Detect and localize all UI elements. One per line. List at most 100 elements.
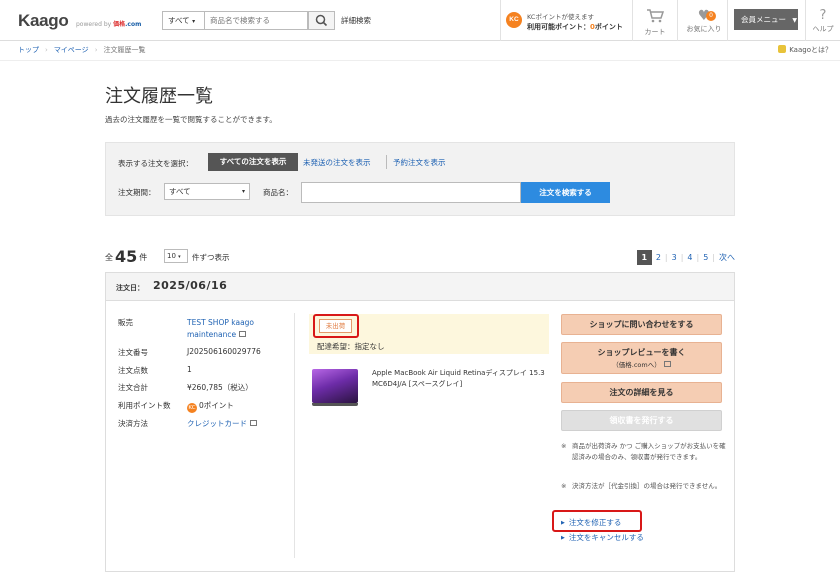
tab-divider: [386, 155, 387, 169]
period-select[interactable]: すべて ▾: [164, 183, 250, 200]
order-details-button[interactable]: 注文の詳細を見る: [561, 382, 722, 403]
external-link-icon: [663, 361, 671, 367]
external-link-icon: [250, 420, 257, 426]
header-divider: [632, 0, 633, 41]
kc-points-label: 利用可能ポイント：: [527, 23, 590, 31]
product-thumbnail[interactable]: [312, 369, 358, 406]
page-4[interactable]: 4: [687, 253, 692, 262]
per-page-value: 10: [167, 252, 176, 260]
chevron-down-icon: ▾: [192, 18, 196, 25]
about-kaago-link[interactable]: Kaagoとは？: [778, 45, 832, 55]
breadcrumb-chevron-icon: ›: [45, 46, 48, 54]
tab-unshipped-orders[interactable]: 未発送の注文を表示: [303, 157, 371, 168]
advanced-search-link[interactable]: 詳細検索: [341, 15, 371, 26]
page-5[interactable]: 5: [703, 253, 708, 262]
heart-icon: ♥: [697, 8, 711, 24]
points-used-text: 0ポイント: [199, 401, 234, 410]
order-date-label: 注文日：: [116, 284, 144, 292]
divider: [0, 60, 840, 61]
category-select-value: すべて: [168, 16, 190, 25]
product-name: Apple MacBook Air Liquid Retinaディスプレイ 15…: [372, 369, 545, 388]
count-prefix: 全: [105, 253, 113, 262]
receipt-note-2: ※ 決済方法が［代金引換］の場合は発行できません。: [561, 481, 726, 492]
product-name-input[interactable]: [301, 182, 521, 203]
payment-method-label: 決済方法: [118, 419, 148, 428]
help-button[interactable]: ? ヘルプ: [810, 8, 836, 34]
next-page-link[interactable]: 次へ: [719, 252, 735, 263]
header-divider: [727, 0, 728, 41]
search-button[interactable]: [308, 11, 335, 30]
tab-reserved-orders[interactable]: 予約注文を表示: [393, 157, 446, 168]
period-label: 注文期間：: [118, 188, 156, 197]
order-number-value: J202506160029776: [187, 347, 261, 356]
chevron-down-icon: ▾: [178, 254, 181, 260]
search-orders-button[interactable]: 注文を検索する: [521, 182, 610, 203]
logo-sub-brand: 価格: [113, 21, 126, 28]
receipt-note-2-text: 決済方法が［代金引換］の場合は発行できません。: [572, 482, 722, 490]
contact-shop-button[interactable]: ショップに問い合わせをする: [561, 314, 722, 335]
points-used-label: 利用ポイント数: [118, 401, 171, 410]
write-review-sub-label: （価格.comへ）: [612, 361, 661, 369]
note-mark: ※: [561, 442, 567, 450]
column-divider: [294, 313, 295, 558]
count-value: 45: [115, 247, 138, 266]
cancel-order-link[interactable]: ▶ 注文をキャンセルする: [561, 532, 644, 543]
page-2[interactable]: 2: [656, 253, 661, 262]
page-1[interactable]: 1: [636, 250, 652, 265]
per-page-label: 件ずつ表示: [192, 253, 230, 262]
pager-divider: |: [712, 253, 715, 262]
breadcrumb: トップ › マイページ › 注文履歴一覧: [18, 45, 146, 55]
order-filter-panel: 表示する注文を選択： すべての注文を表示 未発送の注文を表示 予約注文を表示 注…: [105, 142, 735, 216]
caret-down-icon: ▼: [792, 17, 798, 24]
breadcrumb-mypage[interactable]: マイページ: [54, 46, 89, 54]
write-review-button[interactable]: ショップレビューを書く （価格.comへ）: [561, 342, 722, 374]
favorites-button[interactable]: ♥ お気に入り: [683, 8, 725, 34]
cart-button[interactable]: カート: [635, 8, 675, 37]
favorites-label: お気に入り: [686, 25, 722, 33]
kc-points-icon: KC: [506, 12, 522, 28]
member-menu-label: 会員メニュー: [741, 15, 786, 24]
receipt-note-1: ※ 商品が出荷済み かつ ご購入ショップがお支払いを確認済みの場合のみ、領収書が発…: [561, 441, 726, 462]
order-total-value: ¥260,785（税込）: [187, 383, 253, 392]
page-description: 過去の注文履歴を一覧で閲覧することができます。: [105, 115, 277, 124]
triangle-right-icon: ▶: [561, 535, 565, 541]
member-menu-button[interactable]: 会員メニュー ▼: [734, 9, 798, 30]
order-count: 全 45 件: [105, 247, 147, 266]
points-used-value: KC 0ポイント: [187, 400, 234, 413]
pager-divider: |: [664, 253, 668, 262]
logo-powered-by: powered by 価格.com: [76, 19, 141, 28]
page-3[interactable]: 3: [672, 253, 677, 262]
tab-all-orders[interactable]: すべての注文を表示: [208, 153, 298, 171]
breadcrumb-top[interactable]: トップ: [18, 46, 39, 54]
order-date: 2025/06/16: [153, 279, 228, 292]
about-kaago-label: Kaagoとは？: [789, 46, 832, 54]
issue-receipt-button: 領収書を発行する: [561, 410, 722, 431]
logo-sub-suffix: .com: [125, 21, 142, 28]
order-total-label: 注文合計: [118, 383, 148, 392]
receipt-note-1-text: 商品が出荷済み かつ ご購入ショップがお支払いを確認済みの場合のみ、領収書が発行…: [572, 442, 726, 461]
cart-icon: [635, 8, 675, 27]
header-divider: [677, 0, 678, 41]
chevron-down-icon: ▾: [241, 188, 245, 195]
favorites-count-badge: 0: [706, 11, 716, 21]
payment-method-link[interactable]: クレジットカード: [187, 419, 247, 428]
category-select[interactable]: すべて ▾: [162, 11, 204, 30]
product-name-label: 商品名：: [263, 188, 293, 197]
cart-label: カート: [644, 28, 666, 36]
search-input[interactable]: [204, 11, 308, 30]
header-divider: [805, 0, 806, 41]
filter-select-label: 表示する注文を選択：: [118, 159, 193, 168]
pager-divider: |: [696, 253, 700, 262]
kc-points-unit: ポイント: [594, 23, 623, 31]
kaago-logo[interactable]: Kaago: [18, 11, 69, 31]
order-card: 注文日： 2025/06/16 販売 TEST SHOP kaago maint…: [105, 272, 735, 572]
pager-divider: |: [680, 253, 684, 262]
site-header: Kaago powered by 価格.com すべて ▾ 詳細検索 KC KC…: [0, 0, 840, 41]
delivery-preference: 配達希望：指定なし: [317, 342, 385, 351]
page-title: 注文履歴一覧: [105, 86, 213, 107]
help-label: ヘルプ: [812, 25, 834, 33]
per-page-select[interactable]: 10 ▾: [164, 249, 188, 263]
highlight-box: [552, 510, 642, 532]
seller-value: TEST SHOP kaago maintenance: [187, 317, 282, 341]
header-divider: [500, 0, 501, 41]
